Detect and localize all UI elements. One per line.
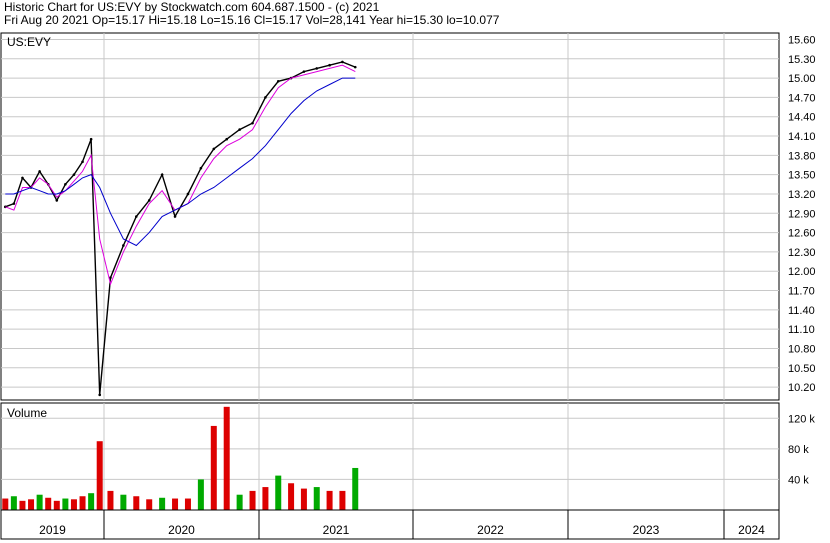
volume-bar: [53, 500, 60, 510]
volume-tick-label: 120 k: [788, 413, 815, 425]
volume-panel-frame: [0, 402, 780, 511]
price-tick-label: 13.80: [788, 150, 816, 162]
price-point: [134, 215, 138, 218]
volume-bar: [107, 490, 114, 510]
price-point: [98, 393, 102, 397]
year-label: 2021: [323, 523, 350, 537]
price-tick-label: 10.20: [788, 382, 816, 394]
price-point: [302, 70, 306, 73]
year-label: 2022: [477, 523, 504, 537]
volume-bar: [352, 467, 359, 510]
price-point: [328, 63, 331, 67]
price-point: [341, 60, 344, 64]
price-tick-label: 13.20: [788, 189, 816, 201]
price-point: [72, 173, 76, 176]
price-tick-label: 14.70: [788, 92, 816, 104]
volume-bar: [133, 496, 140, 510]
volume-bar: [262, 487, 269, 510]
volume-bar: [223, 406, 230, 510]
volume-bar: [275, 475, 282, 510]
price-tick-label: 14.10: [788, 131, 816, 143]
year-label: 2023: [633, 523, 660, 537]
volume-bar: [120, 494, 127, 510]
volume-bar: [197, 479, 204, 510]
price-tick-label: 10.80: [788, 343, 816, 355]
price-point: [160, 173, 164, 176]
volume-bar: [146, 499, 153, 510]
stock-chart: 15.60 15.30 15.00 14.70 14.40 14.10 13.80 13.50…: [0, 32, 816, 540]
volume-bar: [96, 441, 103, 510]
price-point: [147, 199, 151, 202]
volume-bar: [288, 483, 295, 510]
price-point: [21, 176, 24, 180]
volume-tick-label: 40 k: [788, 474, 809, 486]
volume-bar: [70, 499, 77, 510]
price-tick-label: 12.30: [788, 247, 816, 259]
price-point: [251, 121, 254, 125]
price-point: [173, 215, 177, 218]
volume-bar: [326, 490, 333, 510]
price-point: [122, 244, 125, 247]
price-point: [38, 170, 41, 173]
price-panel-frame: [0, 32, 780, 401]
price-tick-label: 15.30: [788, 54, 816, 66]
price-tick-label: 12.60: [788, 228, 816, 240]
volume-bar: [62, 498, 69, 510]
price-point: [81, 160, 84, 164]
time-axis-frame: [0, 509, 780, 540]
volume-bar: [45, 497, 52, 510]
price-axis: 15.60 15.30 15.00 14.70 14.40 14.10 13.80 13.50…: [788, 34, 816, 394]
price-tick-label: 11.40: [788, 305, 815, 317]
price-point: [238, 128, 241, 131]
price-tick-label: 12.00: [788, 266, 816, 278]
volume-bar: [10, 496, 17, 510]
volume-bar: [79, 496, 86, 510]
volume-bar: [249, 490, 256, 510]
volume-axis: 120 k 80 k 40 k: [788, 413, 815, 486]
price-point: [89, 137, 93, 141]
price-point: [264, 96, 267, 99]
volume-bar: [210, 425, 217, 510]
price-point: [276, 79, 280, 83]
year-label: 2024: [738, 523, 765, 537]
price-tick-label: 11.10: [788, 324, 815, 336]
volume-bar: [300, 488, 307, 510]
volume-bar: [184, 498, 191, 510]
volume-bar: [172, 498, 179, 510]
price-point: [353, 65, 357, 69]
price-tick-label: 15.60: [788, 34, 816, 46]
price-point: [315, 67, 319, 70]
price-tick-label: 12.90: [788, 208, 816, 220]
volume-bar: [28, 499, 35, 510]
symbol-label: US:EVY: [7, 35, 51, 49]
price-point: [186, 192, 190, 196]
year-label: 2020: [168, 523, 195, 537]
price-point: [212, 147, 216, 151]
volume-tick-label: 80 k: [788, 444, 809, 456]
volume-bar: [19, 500, 26, 510]
volume-bar: [159, 497, 166, 510]
price-point: [64, 183, 67, 186]
price-point: [225, 137, 229, 141]
price-point: [55, 199, 59, 202]
volume-bar: [2, 498, 9, 510]
volume-label: Volume: [7, 406, 47, 420]
volume-bar: [36, 494, 43, 510]
price-point: [199, 166, 203, 170]
year-label: 2019: [39, 523, 66, 537]
volume-bar: [313, 487, 320, 510]
price-tick-label: 13.50: [788, 170, 816, 182]
price-point: [12, 202, 16, 205]
volume-bar: [339, 490, 346, 510]
volume-bar: [88, 493, 95, 510]
price-tick-label: 15.00: [788, 73, 816, 85]
volume-bar: [236, 494, 243, 510]
price-tick-label: 14.40: [788, 112, 816, 124]
price-tick-label: 10.50: [788, 363, 816, 375]
price-tick-label: 11.70: [788, 286, 815, 298]
